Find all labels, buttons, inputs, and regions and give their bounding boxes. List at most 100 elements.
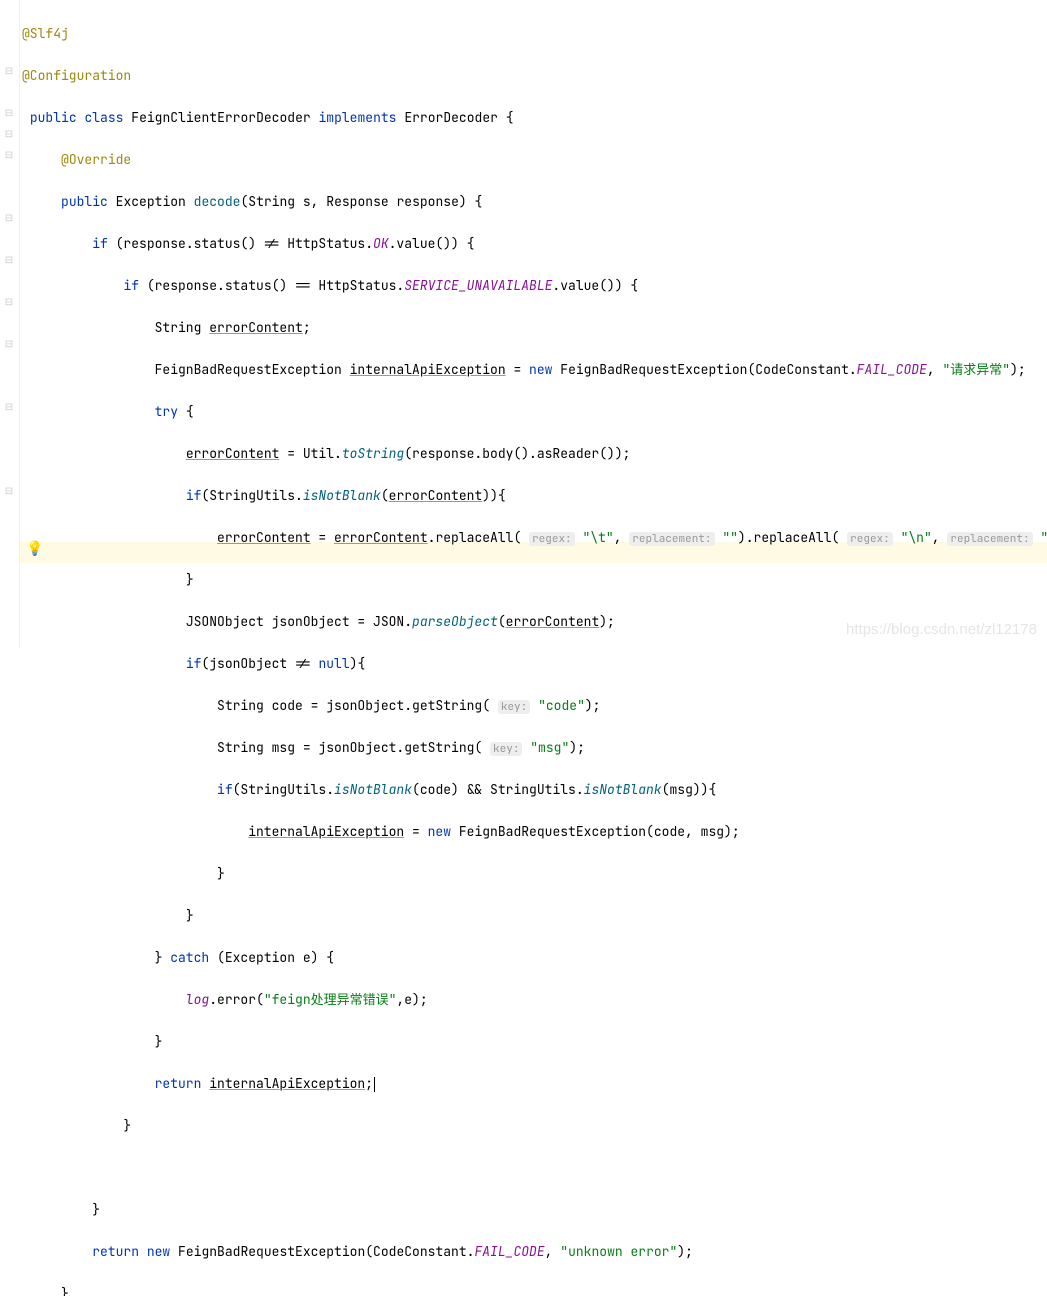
- brace: {: [178, 403, 194, 420]
- string: "msg": [530, 739, 569, 756]
- brace: }: [217, 865, 225, 882]
- fold-mark[interactable]: ⊟: [3, 129, 15, 137]
- constant: SERVICE_UNAVAILABLE: [404, 277, 552, 294]
- method-name: decode: [194, 193, 241, 210]
- text: (jsonObject !=: [201, 655, 318, 672]
- condition: (response.status() == HttpStatus.: [139, 277, 404, 294]
- param-hint: key:: [490, 742, 522, 756]
- param-hint: regex:: [847, 532, 893, 546]
- text: (: [498, 613, 506, 630]
- string: "\n": [901, 529, 932, 546]
- text: (Exception e) {: [209, 949, 334, 966]
- text: (CodeConstant.: [365, 1243, 474, 1260]
- string: "": [722, 529, 738, 546]
- string: "code": [538, 697, 585, 714]
- code-editor[interactable]: @Slf4j @Configuration public class Feign…: [20, 0, 1047, 1296]
- annotation: @Configuration: [22, 67, 131, 84]
- text: String msg = jsonObject.getString(: [217, 739, 482, 756]
- keyword: return: [155, 1075, 202, 1092]
- annotation: @Slf4j: [22, 25, 69, 42]
- watermark: https://blog.csdn.net/zl12178: [846, 621, 1037, 638]
- fold-mark[interactable]: ⊟: [3, 150, 15, 158]
- keyword: public: [30, 109, 77, 126]
- brace: }: [123, 1117, 131, 1134]
- text: ){: [350, 655, 366, 672]
- variable: internalApiException: [350, 361, 506, 378]
- type: FeignBadRequestException: [459, 823, 646, 840]
- text: ,e);: [396, 991, 427, 1008]
- method-call: parseObject: [412, 613, 498, 630]
- brace: }: [155, 1033, 163, 1050]
- keyword: if: [123, 277, 139, 294]
- fold-mark[interactable]: ⊟: [3, 297, 15, 305]
- method-call: isNotBlank: [303, 487, 381, 504]
- text: .replaceAll(: [428, 529, 522, 546]
- variable: internalApiException: [248, 823, 404, 840]
- text: String code = jsonObject.getString(: [217, 697, 490, 714]
- fold-mark[interactable]: ⊟: [3, 213, 15, 221]
- gutter: ⊟ ⊟ ⊟ ⊟ ⊟ ⊟ ⊟ ⊟ ⊟ ⊟: [0, 0, 20, 648]
- variable: errorContent: [209, 319, 303, 336]
- fold-mark[interactable]: ⊟: [3, 402, 15, 410]
- text: );: [599, 613, 615, 630]
- text: (code) && StringUtils.: [412, 781, 584, 798]
- constant: FAIL_CODE: [857, 361, 927, 378]
- text: );: [585, 697, 601, 714]
- text: JSONObject jsonObject = JSON.: [186, 613, 412, 630]
- text: .value()) {: [389, 235, 475, 252]
- keyword: if: [186, 487, 202, 504]
- keyword: try: [155, 403, 178, 420]
- fold-mark[interactable]: ⊟: [3, 339, 15, 347]
- constant: FAIL_CODE: [474, 1243, 544, 1260]
- text: ,: [545, 1243, 561, 1260]
- keyword: return: [92, 1243, 139, 1260]
- text: (CodeConstant.: [747, 361, 856, 378]
- string: "unknown error": [560, 1243, 677, 1260]
- keyword: if: [92, 235, 108, 252]
- keyword: if: [186, 655, 202, 672]
- caret: [374, 1077, 375, 1092]
- brace: }: [186, 907, 194, 924]
- brace: }: [92, 1201, 100, 1218]
- method-call: toString: [342, 445, 404, 462]
- text: (code, msg);: [646, 823, 740, 840]
- text: ).replaceAll(: [738, 529, 839, 546]
- interface-name: ErrorDecoder: [404, 109, 498, 126]
- string: "\t": [582, 529, 613, 546]
- param-hint: replacement:: [947, 532, 1032, 546]
- fold-mark[interactable]: ⊟: [3, 486, 15, 494]
- string: "feign处理异常错误": [264, 991, 397, 1008]
- variable: errorContent: [186, 445, 280, 462]
- fold-mark[interactable]: ⊟: [3, 66, 15, 74]
- text: (response.body().asReader());: [404, 445, 630, 462]
- method-call: isNotBlank: [584, 781, 662, 798]
- constant: OK: [373, 235, 389, 252]
- brace: }: [186, 571, 194, 588]
- field: log: [186, 991, 209, 1008]
- string: "请求异常": [942, 361, 1010, 378]
- brace: }: [61, 1285, 69, 1296]
- method-call: isNotBlank: [334, 781, 412, 798]
- text: .error(: [209, 991, 264, 1008]
- fold-mark[interactable]: ⊟: [3, 108, 15, 116]
- param-hint: replacement:: [629, 532, 714, 546]
- variable: internalApiException: [209, 1075, 365, 1092]
- text: .value()) {: [552, 277, 638, 294]
- param-hint: regex:: [529, 532, 575, 546]
- string: "": [1040, 529, 1047, 546]
- type: String: [155, 319, 210, 336]
- keyword: new: [428, 823, 451, 840]
- type: FeignBadRequestException: [155, 361, 342, 378]
- text: =: [506, 361, 529, 378]
- keyword: new: [147, 1243, 170, 1260]
- semicolon: ;: [303, 319, 311, 336]
- fold-mark[interactable]: ⊟: [3, 255, 15, 263]
- keyword: catch: [170, 949, 209, 966]
- variable: errorContent: [334, 529, 428, 546]
- type: FeignBadRequestException: [560, 361, 747, 378]
- type: FeignBadRequestException: [178, 1243, 365, 1260]
- variable: errorContent: [506, 613, 600, 630]
- text: (: [381, 487, 389, 504]
- param-hint: key:: [498, 700, 530, 714]
- text: );: [1010, 361, 1026, 378]
